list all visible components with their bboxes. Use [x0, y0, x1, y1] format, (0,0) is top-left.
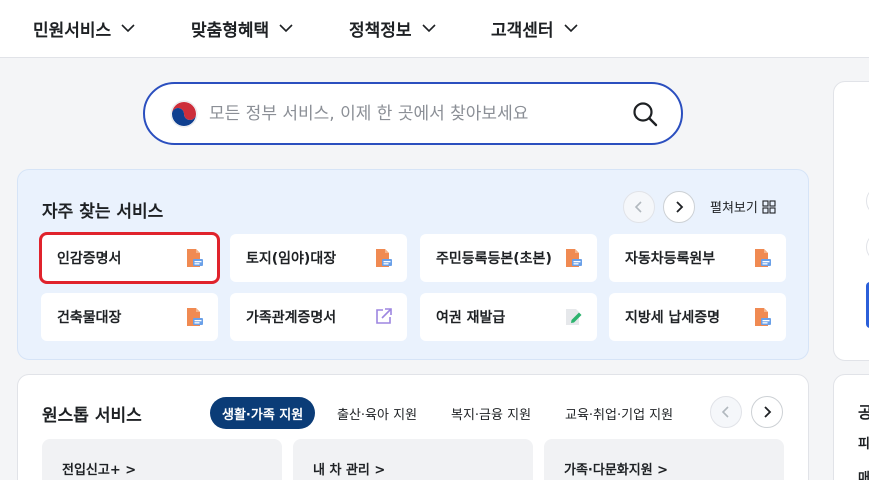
edit-document-icon: [566, 309, 582, 325]
grid-icon: [762, 199, 776, 214]
frequent-services-title: 자주 찾는 서비스: [42, 202, 164, 222]
onestop-title: 원스톱 서비스: [42, 406, 142, 426]
service-label: 건축물대장: [57, 310, 122, 326]
tab-childbirth-parenting[interactable]: 출산·육아 지원: [337, 397, 417, 429]
onestop-card-my-car[interactable]: 내 차 관리 >: [293, 439, 533, 480]
search-bar: [143, 82, 683, 145]
expand-all-label: 펼쳐보기: [710, 201, 758, 216]
service-label: 자동차등록원부: [625, 251, 716, 267]
chevron-right-icon: [764, 406, 772, 418]
right-side-panel-top: [833, 81, 869, 361]
service-card-vehicle-register[interactable]: 자동차등록원부: [609, 234, 786, 282]
service-label: 인감증명서: [57, 251, 122, 267]
frequent-services-panel: 자주 찾는 서비스 펼쳐보기 인감증명서 토지(임야)대장 주민등록등본(초본)…: [17, 169, 809, 360]
service-card-seal-certificate[interactable]: 인감증명서: [39, 232, 220, 284]
service-card-local-tax-certificate[interactable]: 지방세 납세증명: [609, 293, 786, 341]
tab-education-employment[interactable]: 교육·취업·기업 지원: [565, 397, 673, 429]
service-label: 지방세 납세증명: [625, 310, 721, 326]
onestop-services-panel: 원스톱 서비스 생활·가족 지원 출산·육아 지원 복지·금융 지원 교육·취업…: [17, 374, 809, 480]
chevron-left-icon: [634, 201, 642, 213]
chevron-down-icon: [563, 24, 578, 33]
external-link-icon: [376, 308, 392, 324]
right-panel-item-fragment: 피: [858, 437, 869, 452]
pdf-document-icon: [187, 249, 203, 267]
tabs-next-button[interactable]: [751, 396, 783, 428]
chevron-down-icon: [421, 24, 436, 33]
top-navigation: 민원서비스 맞춤형혜택 정책정보 고객센터: [0, 0, 869, 58]
expand-all-link[interactable]: 펼쳐보기: [710, 197, 776, 216]
chevron-left-icon: [721, 406, 729, 418]
pdf-document-icon: [566, 249, 582, 267]
next-button[interactable]: [663, 191, 695, 223]
tab-life-family[interactable]: 생활·가족 지원: [210, 397, 316, 429]
pdf-document-icon: [376, 249, 392, 267]
prev-button[interactable]: [623, 191, 655, 223]
tabs-prev-button[interactable]: [710, 396, 742, 428]
nav-item-label: 맞춤형혜택: [191, 20, 270, 41]
nav-item-customer-center[interactable]: 고객센터: [491, 14, 578, 42]
service-card-passport-reissue[interactable]: 여권 재발급: [420, 293, 597, 341]
nav-item-benefits[interactable]: 맞춤형혜택: [191, 14, 293, 42]
nav-item-label: 고객센터: [491, 20, 554, 41]
service-card-resident-registration[interactable]: 주민등록등본(초본): [420, 234, 597, 282]
service-label: 가족관계증명서: [246, 310, 337, 326]
chevron-right-icon: [676, 201, 684, 213]
chevron-down-icon: [121, 24, 135, 33]
nav-item-policy[interactable]: 정책정보: [349, 14, 436, 42]
pdf-document-icon: [187, 308, 203, 326]
service-label: 여권 재발급: [436, 310, 506, 326]
right-panel-item-fragment: 매: [858, 471, 869, 480]
right-panel-title-fragment: 공: [858, 403, 869, 422]
right-side-panel-bottom: 공 피 매: [833, 374, 869, 480]
service-label: 토지(임야)대장: [246, 251, 337, 267]
nav-item-civil-service[interactable]: 민원서비스: [33, 14, 135, 42]
nav-item-label: 정책정보: [349, 20, 412, 41]
tab-welfare-finance[interactable]: 복지·금융 지원: [451, 397, 531, 429]
search-input[interactable]: [209, 98, 619, 130]
nav-item-label: 민원서비스: [33, 20, 112, 41]
search-icon[interactable]: [631, 100, 659, 128]
onestop-card-family-multicultural[interactable]: 가족·다문화지원 >: [544, 439, 784, 480]
service-card-building-register[interactable]: 건축물대장: [41, 293, 218, 341]
service-card-family-relation[interactable]: 가족관계증명서: [230, 293, 407, 341]
pdf-document-icon: [755, 249, 771, 267]
service-card-land-register[interactable]: 토지(임야)대장: [230, 234, 407, 282]
pdf-document-icon: [755, 308, 771, 326]
onestop-card-move-in[interactable]: 전입신고+ >: [42, 439, 282, 480]
service-label: 주민등록등본(초본): [436, 251, 552, 267]
government-emblem-icon: [170, 100, 198, 128]
chevron-down-icon: [279, 24, 293, 33]
